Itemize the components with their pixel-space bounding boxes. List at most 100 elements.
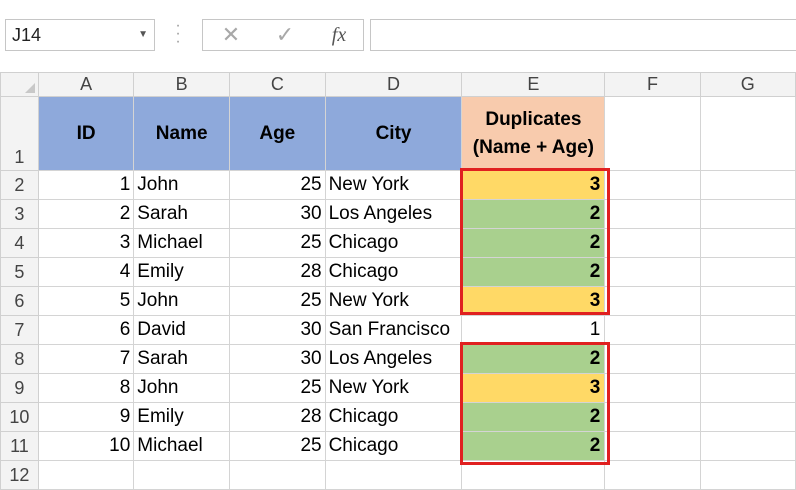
cell-e8[interactable]: 2 — [461, 344, 606, 374]
cell-g4[interactable] — [699, 228, 796, 258]
row-header-2[interactable]: 2 — [0, 170, 39, 200]
cell-g12[interactable] — [699, 460, 796, 490]
cell-g6[interactable] — [699, 286, 796, 316]
cell-b2[interactable]: John — [133, 170, 231, 200]
cell-f10[interactable] — [604, 402, 701, 432]
cell-b10[interactable]: Emily — [133, 402, 231, 432]
column-header-d[interactable]: D — [324, 72, 463, 97]
cell-d3[interactable]: Los Angeles — [324, 199, 463, 229]
cell-a6[interactable]: 5 — [37, 286, 135, 316]
cell-d1[interactable]: City — [324, 96, 463, 171]
cell-c11[interactable]: 25 — [229, 431, 326, 461]
cell-c2[interactable]: 25 — [229, 170, 326, 200]
cell-f5[interactable] — [604, 257, 701, 287]
row-header-9[interactable]: 9 — [0, 373, 39, 403]
cell-e6[interactable]: 3 — [461, 286, 606, 316]
cell-d5[interactable]: Chicago — [324, 257, 463, 287]
cell-a2[interactable]: 1 — [37, 170, 135, 200]
cell-g5[interactable] — [699, 257, 796, 287]
cell-d6[interactable]: New York — [324, 286, 463, 316]
cell-a4[interactable]: 3 — [37, 228, 135, 258]
cell-f8[interactable] — [604, 344, 701, 374]
cell-f9[interactable] — [604, 373, 701, 403]
cell-d9[interactable]: New York — [324, 373, 463, 403]
cell-b1[interactable]: Name — [133, 96, 231, 171]
cell-d11[interactable]: Chicago — [324, 431, 463, 461]
cell-b4[interactable]: Michael — [133, 228, 231, 258]
cell-g3[interactable] — [699, 199, 796, 229]
select-all-button[interactable] — [0, 72, 39, 97]
cell-f2[interactable] — [604, 170, 701, 200]
cell-g7[interactable] — [699, 315, 796, 345]
checkmark-icon[interactable]: ✓ — [265, 20, 305, 50]
row-header-5[interactable]: 5 — [0, 257, 39, 287]
cell-b7[interactable]: David — [133, 315, 231, 345]
cell-f11[interactable] — [604, 431, 701, 461]
cell-a1[interactable]: ID — [37, 96, 135, 171]
cell-e4[interactable]: 2 — [461, 228, 606, 258]
formula-input[interactable] — [370, 19, 796, 51]
row-header-6[interactable]: 6 — [0, 286, 39, 316]
cell-a3[interactable]: 2 — [37, 199, 135, 229]
row-header-11[interactable]: 11 — [0, 431, 39, 461]
cell-c6[interactable]: 25 — [229, 286, 326, 316]
cell-a8[interactable]: 7 — [37, 344, 135, 374]
cell-b11[interactable]: Michael — [133, 431, 231, 461]
cell-g9[interactable] — [699, 373, 796, 403]
cell-d10[interactable]: Chicago — [324, 402, 463, 432]
cell-e3[interactable]: 2 — [461, 199, 606, 229]
cell-a11[interactable]: 10 — [37, 431, 135, 461]
cell-a7[interactable]: 6 — [37, 315, 135, 345]
column-header-a[interactable]: A — [37, 72, 135, 97]
column-header-e[interactable]: E — [461, 72, 606, 97]
row-header-1[interactable]: 1 — [0, 96, 39, 171]
cell-a5[interactable]: 4 — [37, 257, 135, 287]
cell-b12[interactable] — [133, 460, 231, 490]
cell-c12[interactable] — [229, 460, 326, 490]
cell-c4[interactable]: 25 — [229, 228, 326, 258]
cell-f4[interactable] — [604, 228, 701, 258]
insert-function-icon[interactable]: fx — [319, 20, 359, 50]
cell-c1[interactable]: Age — [229, 96, 326, 171]
cell-e1[interactable]: Duplicates (Name + Age) — [461, 96, 606, 171]
cell-e12[interactable] — [461, 460, 606, 490]
column-header-f[interactable]: F — [604, 72, 701, 97]
cell-b6[interactable]: John — [133, 286, 231, 316]
cell-c7[interactable]: 30 — [229, 315, 326, 345]
cell-e10[interactable]: 2 — [461, 402, 606, 432]
cell-c3[interactable]: 30 — [229, 199, 326, 229]
column-header-g[interactable]: G — [699, 72, 796, 97]
cell-f1[interactable] — [604, 96, 701, 171]
column-header-b[interactable]: B — [133, 72, 231, 97]
cell-g11[interactable] — [699, 431, 796, 461]
more-options-icon[interactable]: · · · — [174, 18, 182, 50]
cell-g2[interactable] — [699, 170, 796, 200]
cell-c9[interactable]: 25 — [229, 373, 326, 403]
cell-g10[interactable] — [699, 402, 796, 432]
cell-e2[interactable]: 3 — [461, 170, 606, 200]
cell-e7[interactable]: 1 — [461, 315, 606, 345]
cancel-icon[interactable]: ✕ — [211, 20, 251, 50]
cell-a12[interactable] — [37, 460, 135, 490]
cell-b3[interactable]: Sarah — [133, 199, 231, 229]
chevron-down-icon[interactable]: ▼ — [138, 20, 148, 50]
cell-d4[interactable]: Chicago — [324, 228, 463, 258]
cell-b8[interactable]: Sarah — [133, 344, 231, 374]
cell-f7[interactable] — [604, 315, 701, 345]
cell-d8[interactable]: Los Angeles — [324, 344, 463, 374]
name-box[interactable]: J14 ▼ — [5, 19, 155, 51]
cell-d7[interactable]: San Francisco — [324, 315, 463, 345]
cell-d12[interactable] — [324, 460, 463, 490]
cell-c5[interactable]: 28 — [229, 257, 326, 287]
cell-g1[interactable] — [699, 96, 796, 171]
cell-b9[interactable]: John — [133, 373, 231, 403]
cell-c8[interactable]: 30 — [229, 344, 326, 374]
cell-a9[interactable]: 8 — [37, 373, 135, 403]
row-header-7[interactable]: 7 — [0, 315, 39, 345]
cell-f12[interactable] — [604, 460, 701, 490]
cell-g8[interactable] — [699, 344, 796, 374]
cell-e11[interactable]: 2 — [461, 431, 606, 461]
cell-e5[interactable]: 2 — [461, 257, 606, 287]
cell-f3[interactable] — [604, 199, 701, 229]
column-header-c[interactable]: C — [229, 72, 326, 97]
